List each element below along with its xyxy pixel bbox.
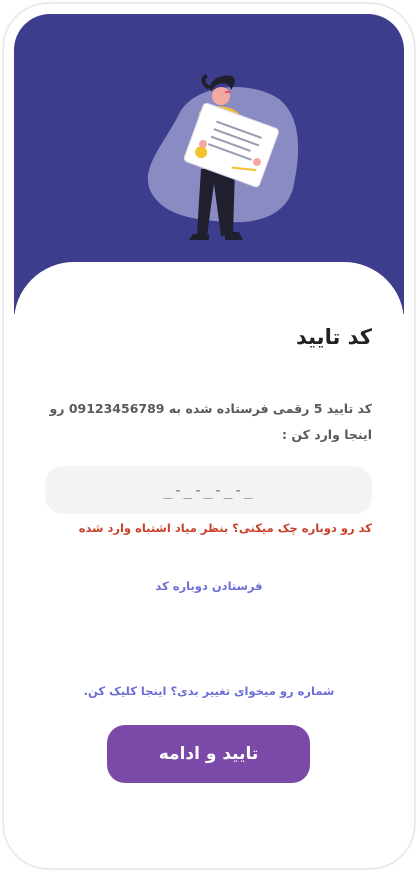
content-card (14, 262, 404, 382)
verification-code-input[interactable] (45, 466, 372, 514)
change-number-link[interactable]: شماره رو میخوای تغییر بدی؟ اینجا کلیک کن… (0, 684, 418, 698)
error-message: کد رو دوباره چک میکنی؟ بنظر میاد اشتباه … (78, 521, 372, 535)
page-title: کد تایید (295, 325, 372, 349)
confirm-continue-button[interactable]: تایید و ادامه (107, 725, 310, 783)
resend-code-link[interactable]: فرستادن دوباره کد (0, 579, 418, 593)
instruction-text: کد تایید 5 رقمی فرستاده شده به 091234567… (49, 401, 372, 442)
woman-holding-document-illustration (147, 74, 299, 240)
